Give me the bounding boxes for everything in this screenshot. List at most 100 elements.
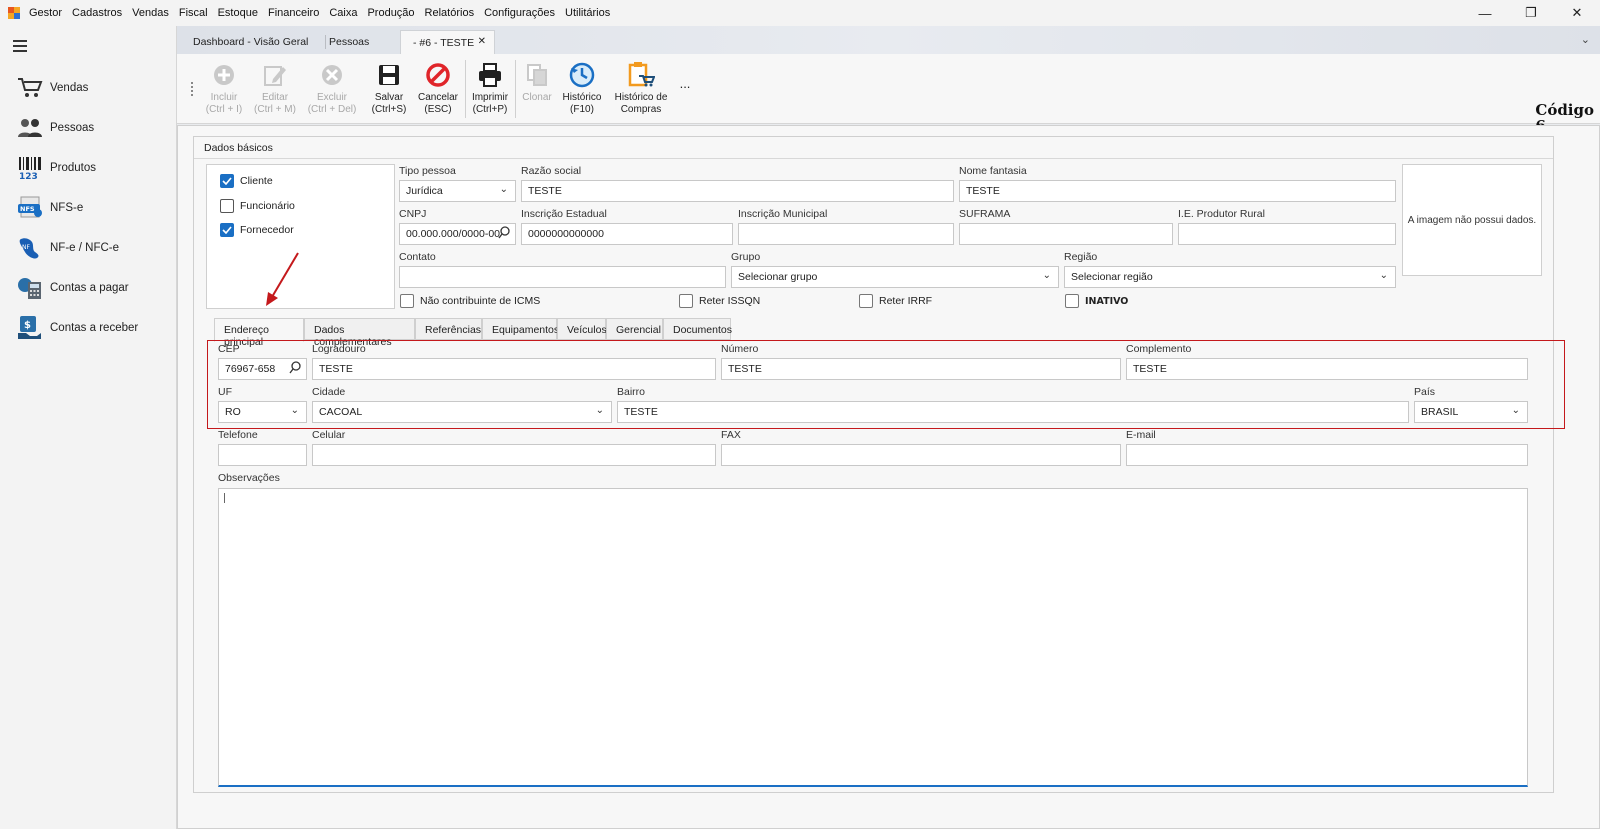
- razao-social-label: Razão social: [521, 165, 582, 177]
- excluir-shortcut: (Ctrl + Del): [307, 104, 357, 115]
- save-disk-icon: [370, 58, 408, 92]
- clone-icon: [520, 58, 554, 92]
- cancel-prohibited-icon: [416, 58, 460, 92]
- tab-label: Pessoas: [329, 36, 370, 48]
- minimize-button[interactable]: —: [1462, 0, 1508, 26]
- menu-relatorios[interactable]: Relatórios: [420, 7, 480, 19]
- inativo-checkbox[interactable]: INATIVO: [1065, 294, 1128, 308]
- tab-veiculos[interactable]: Veículos: [557, 318, 607, 340]
- contato-input[interactable]: [399, 266, 726, 288]
- reter-irrf-checkbox[interactable]: Reter IRRF: [859, 294, 932, 308]
- tab-gerencial[interactable]: Gerencial: [606, 318, 663, 340]
- menu-fiscal[interactable]: Fiscal: [174, 7, 213, 19]
- cliente-label: Cliente: [240, 175, 273, 187]
- editar-shortcut: (Ctrl + M): [254, 104, 296, 115]
- title-menu-bar: Gestor Cadastros Vendas Fiscal Estoque F…: [0, 0, 1600, 26]
- close-window-button[interactable]: ✕: [1554, 0, 1600, 26]
- sidebar-item-vendas[interactable]: Vendas: [15, 72, 175, 104]
- nome-fantasia-input[interactable]: TESTE: [959, 180, 1396, 202]
- tab-teste-record[interactable]: - #6 - TESTE ✕: [400, 30, 495, 54]
- nao-contribuinte-checkbox[interactable]: Não contribuinte de ICMS: [400, 294, 540, 308]
- form-content: Dados básicos Cliente Funcionário Fornec…: [177, 125, 1600, 829]
- tab-pessoas[interactable]: Pessoas: [317, 30, 392, 54]
- toolbar-grip-icon[interactable]: [191, 82, 195, 98]
- hamburger-menu-icon[interactable]: [13, 40, 27, 55]
- more-options-button[interactable]: ...: [677, 77, 693, 90]
- salvar-label: Salvar: [374, 92, 404, 103]
- tab-dados-complementares[interactable]: Dados complementares: [304, 318, 415, 348]
- tab-endereco-principal[interactable]: Endereço principal: [214, 318, 304, 348]
- suframa-input[interactable]: [959, 223, 1173, 245]
- purchase-history-icon: [610, 58, 672, 92]
- checkbox-checked-icon: [220, 223, 234, 237]
- menu-producao[interactable]: Produção: [362, 7, 419, 19]
- sidebar-item-nfse[interactable]: NFS NFS-e: [15, 192, 175, 224]
- email-input[interactable]: [1126, 444, 1528, 466]
- inscricao-estadual-input[interactable]: 0000000000000: [521, 223, 733, 245]
- menu-gestor[interactable]: Gestor: [24, 7, 67, 19]
- fax-label: FAX: [721, 429, 741, 441]
- reter-issqn-checkbox[interactable]: Reter ISSQN: [679, 294, 760, 308]
- grupo-select[interactable]: Selecionar grupo ⌄: [731, 266, 1059, 288]
- cancelar-button[interactable]: Cancelar (ESC): [416, 58, 460, 116]
- menu-caixa[interactable]: Caixa: [324, 7, 362, 19]
- menu-estoque[interactable]: Estoque: [213, 7, 263, 19]
- sidebar-item-contas-receber[interactable]: $ Contas a receber: [15, 312, 175, 344]
- inativo-label: INATIVO: [1085, 295, 1129, 307]
- editar-button[interactable]: Editar (Ctrl + M): [253, 58, 297, 116]
- people-icon: [15, 114, 45, 142]
- main-area: Dashboard - Visão Geral Pessoas - #6 - T…: [177, 26, 1600, 829]
- sidebar-item-nfe[interactable]: NF NF-e / NFC-e: [15, 232, 175, 264]
- checkbox-unchecked-icon: [220, 199, 234, 213]
- menu-utilitarios[interactable]: Utilitários: [560, 7, 615, 19]
- tab-dashboard[interactable]: Dashboard - Visão Geral: [181, 30, 326, 54]
- fax-input[interactable]: [721, 444, 1121, 466]
- observacoes-textarea[interactable]: [218, 488, 1528, 787]
- search-icon[interactable]: [498, 226, 510, 242]
- barcode-icon: 123: [15, 154, 45, 182]
- sidebar-item-contas-pagar[interactable]: Contas a pagar: [15, 272, 175, 304]
- cnpj-input[interactable]: 00.000.000/0000-00: [399, 223, 516, 245]
- celular-input[interactable]: [312, 444, 716, 466]
- cart-icon: [15, 74, 45, 102]
- salvar-button[interactable]: Salvar (Ctrl+S): [370, 58, 408, 116]
- tab-label: Dashboard - Visão Geral: [193, 36, 309, 48]
- inscricao-municipal-input[interactable]: [738, 223, 954, 245]
- historico-compras-button[interactable]: Histórico de Compras: [610, 58, 672, 116]
- menu-financeiro[interactable]: Financeiro: [263, 7, 324, 19]
- tab-label: - #6 - TESTE: [413, 36, 475, 49]
- tab-documentos[interactable]: Documentos: [663, 318, 732, 340]
- ie-produtor-rural-input[interactable]: [1178, 223, 1396, 245]
- fornecedor-checkbox[interactable]: Fornecedor: [220, 223, 294, 237]
- funcionario-checkbox[interactable]: Funcionário: [220, 199, 295, 213]
- cliente-checkbox[interactable]: Cliente: [220, 174, 273, 188]
- section-title: Dados básicos: [194, 137, 1553, 159]
- menu-cadastros[interactable]: Cadastros: [67, 7, 127, 19]
- menu-configuracoes[interactable]: Configurações: [479, 7, 560, 19]
- telefone-input[interactable]: [218, 444, 307, 466]
- razao-social-input[interactable]: TESTE: [521, 180, 954, 202]
- photo-placeholder[interactable]: A imagem não possui dados.: [1402, 164, 1542, 276]
- historico-button[interactable]: Histórico (F10): [561, 58, 603, 116]
- clonar-button[interactable]: Clonar: [520, 58, 554, 104]
- imprimir-button[interactable]: Imprimir (Ctrl+P): [470, 58, 510, 116]
- menu-vendas[interactable]: Vendas: [127, 7, 174, 19]
- nome-fantasia-label: Nome fantasia: [959, 165, 1027, 177]
- telefone-label: Telefone: [218, 429, 258, 441]
- tab-list-chevron-icon[interactable]: ⌄: [1581, 33, 1590, 46]
- restore-button[interactable]: ❐: [1508, 0, 1554, 26]
- incluir-button[interactable]: Incluir (Ctrl + I): [205, 58, 243, 116]
- sidebar-item-label: NF-e / NFC-e: [50, 242, 119, 254]
- regiao-select[interactable]: Selecionar região ⌄: [1064, 266, 1396, 288]
- excluir-label: Excluir: [316, 92, 347, 103]
- sidebar-item-produtos[interactable]: 123 Produtos: [15, 152, 175, 184]
- excluir-button[interactable]: Excluir (Ctrl + Del): [307, 58, 357, 116]
- sidebar-item-pessoas[interactable]: Pessoas: [15, 112, 175, 144]
- photo-empty-text: A imagem não possui dados.: [1407, 214, 1537, 226]
- tab-referencias[interactable]: Referências: [415, 318, 482, 340]
- tipo-pessoa-select[interactable]: Jurídica ⌄: [399, 180, 516, 202]
- historico-shortcut: (F10): [570, 104, 594, 115]
- chevron-down-icon: ⌄: [1379, 270, 1388, 281]
- tab-equipamentos[interactable]: Equipamentos: [482, 318, 559, 340]
- close-tab-icon[interactable]: ✕: [478, 36, 486, 47]
